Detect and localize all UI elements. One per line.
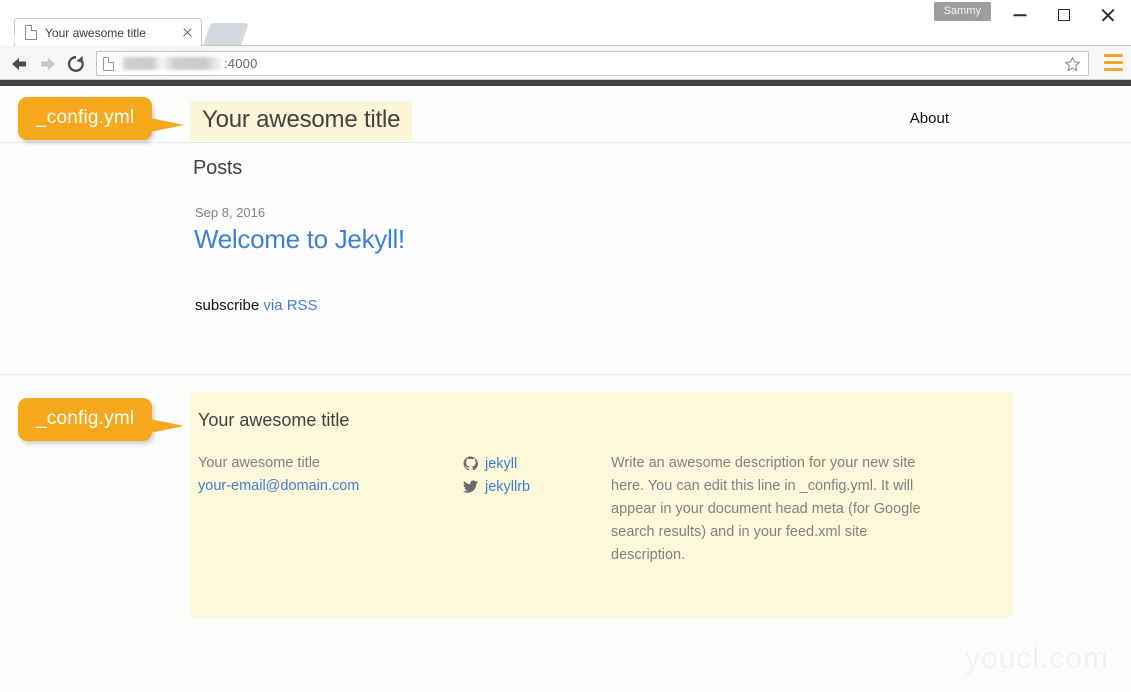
tab-close-icon[interactable]	[179, 25, 195, 41]
back-button[interactable]	[8, 53, 30, 75]
site-title[interactable]: Your awesome title	[190, 101, 413, 141]
callout-tail-icon	[150, 118, 185, 132]
window-close-button[interactable]	[1085, 0, 1131, 30]
minimize-icon	[1013, 14, 1027, 16]
page-viewport: Your awesome title About Posts Sep 8, 20…	[0, 80, 1131, 692]
page-icon	[103, 56, 114, 71]
footer-heading: Your awesome title	[198, 410, 350, 430]
window-minimize-button[interactable]	[997, 0, 1043, 30]
content-footer-divider	[0, 374, 1131, 375]
user-profile-badge[interactable]: Sammy	[933, 2, 991, 21]
hamburger-menu-icon[interactable]	[1104, 54, 1123, 71]
footer-description: Write an awesome description for your ne…	[611, 455, 921, 563]
social-link-twitter[interactable]: jekyllrb	[463, 475, 613, 498]
browser-tab-active[interactable]: Your awesome title	[14, 18, 202, 46]
subscribe-line: subscribe via RSS	[195, 297, 318, 314]
footer-social-column: jekyll jekyllrb	[463, 452, 613, 498]
reload-button[interactable]	[65, 53, 87, 75]
page-icon	[25, 25, 37, 40]
callout-tail-icon	[150, 419, 185, 433]
nav-link-about[interactable]: About	[910, 110, 949, 127]
footer-description-column: Write an awesome description for your ne…	[611, 452, 936, 567]
github-icon	[463, 456, 480, 471]
social-label-github: jekyll	[485, 455, 518, 472]
social-label-twitter: jekyllrb	[485, 478, 531, 495]
annotation-label-header: _config.yml	[18, 97, 153, 140]
browser-window: Your awesome title Sammy:4000 Your awes…	[0, 0, 1131, 692]
browser-toolbar: :4000	[0, 46, 1131, 80]
new-tab-button[interactable]	[203, 23, 249, 45]
url-port: :4000	[224, 56, 258, 71]
post-title-link[interactable]: Welcome to Jekyll!	[194, 224, 405, 255]
forward-button	[37, 53, 59, 75]
post-date: Sep 8, 2016	[195, 205, 266, 220]
browser-tab-title: Your awesome title	[45, 25, 146, 40]
footer-contact-name: Your awesome title	[198, 455, 320, 471]
footer-email-link[interactable]: your-email@domain.com	[198, 475, 359, 498]
window-maximize-button[interactable]	[1041, 0, 1087, 30]
browser-titlebar: Your awesome title Sammy	[0, 0, 1131, 46]
address-bar[interactable]: :4000	[96, 51, 1089, 76]
annotation-callout-footer: _config.yml	[18, 398, 185, 441]
rss-link[interactable]: via RSS	[263, 297, 317, 314]
social-link-github[interactable]: jekyll	[463, 452, 613, 475]
url-redacted-host	[120, 57, 224, 70]
maximize-icon	[1058, 9, 1070, 21]
annotation-callout-header: _config.yml	[18, 97, 185, 140]
site-header: Your awesome title About	[0, 86, 1131, 143]
twitter-icon	[463, 479, 480, 494]
watermark: youcl.com	[964, 642, 1109, 675]
annotation-label-footer: _config.yml	[18, 398, 153, 441]
star-icon[interactable]	[1064, 56, 1081, 73]
posts-heading: Posts	[193, 157, 243, 179]
subscribe-label: subscribe	[195, 297, 264, 314]
footer-contact-column: Your awesome title your-email@domain.com	[198, 452, 448, 498]
site-footer: Your awesome title Your awesome title yo…	[190, 392, 1013, 617]
